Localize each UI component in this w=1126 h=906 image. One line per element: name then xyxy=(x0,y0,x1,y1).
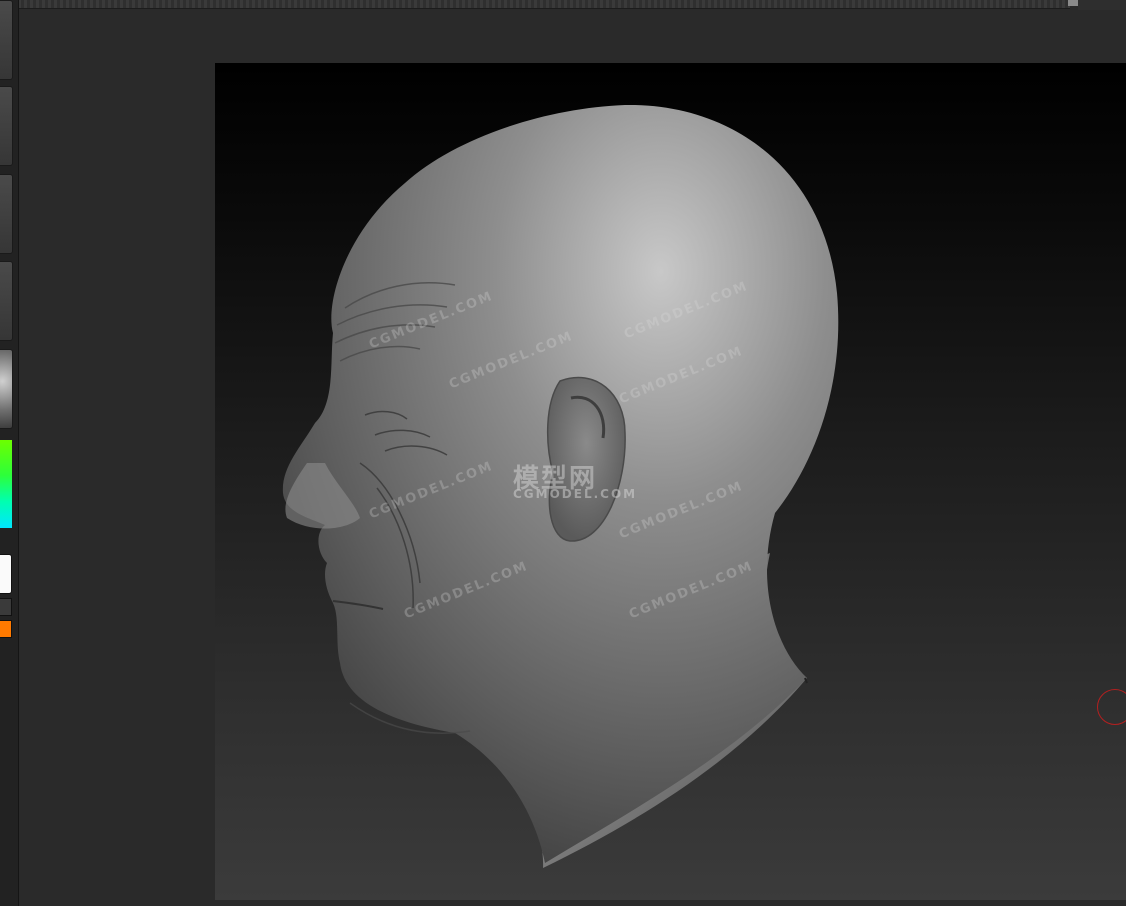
scroll-indicator[interactable] xyxy=(1068,0,1078,6)
secondary-color-swatch[interactable] xyxy=(0,598,12,616)
watermark-logo-sub: CGMODEL.COM xyxy=(513,487,638,501)
material-slot-button[interactable] xyxy=(0,349,13,429)
top-right-bar xyxy=(1078,0,1126,10)
color-picker[interactable] xyxy=(0,440,12,528)
top-toolbar-strip xyxy=(18,0,1070,9)
head-sculpt-render xyxy=(282,104,839,868)
accent-color-swatch[interactable] xyxy=(0,620,12,638)
sculpt-canvas[interactable]: CGMODEL.COM CGMODEL.COM CGMODEL.COM CGMO… xyxy=(215,63,1126,900)
left-tray xyxy=(0,0,19,906)
brush-slot-button[interactable] xyxy=(0,0,13,80)
alpha-slot-button[interactable] xyxy=(0,174,13,254)
texture-slot-button[interactable] xyxy=(0,261,13,341)
stroke-slot-button[interactable] xyxy=(0,86,13,166)
main-color-swatch[interactable] xyxy=(0,554,12,594)
brush-cursor-icon xyxy=(1097,689,1126,725)
